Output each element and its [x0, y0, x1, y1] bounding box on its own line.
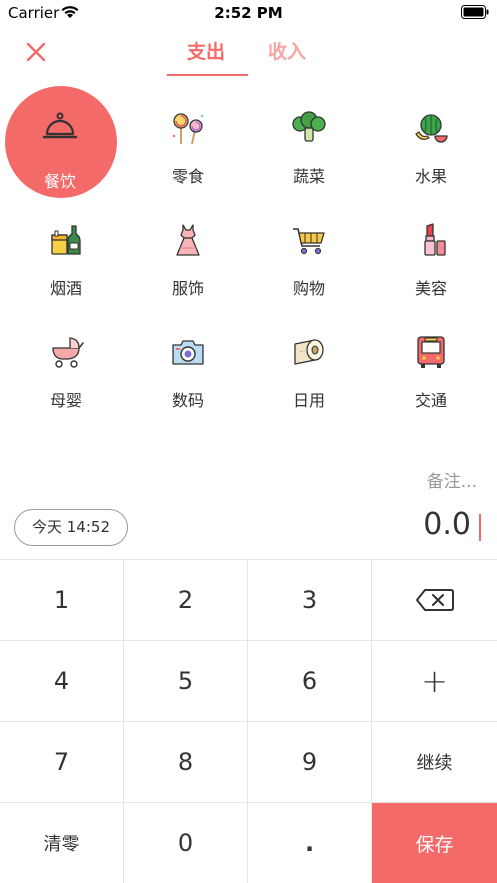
- category-digital[interactable]: 数码: [128, 310, 248, 422]
- category-label: 蔬菜: [292, 167, 325, 186]
- key-decimal[interactable]: .: [248, 803, 372, 883]
- key-backspace[interactable]: [372, 560, 497, 641]
- note-input[interactable]: 备注...: [427, 467, 477, 492]
- category-label: 购物: [292, 279, 325, 298]
- battery-icon: [461, 5, 489, 19]
- dress-icon: [176, 224, 200, 256]
- lollipop-icon: [172, 113, 204, 145]
- broccoli-icon: [292, 111, 326, 142]
- category-label: 餐饮: [43, 172, 76, 191]
- key-0[interactable]: 0: [124, 803, 248, 883]
- category-label: 数码: [171, 391, 204, 410]
- category-label: 水果: [414, 167, 447, 186]
- key-6[interactable]: 6: [248, 641, 372, 722]
- keypad: 1 2 3 4 5 6 + 7 8 9 继续 清零 0 . 保存: [0, 559, 497, 883]
- tab-expense[interactable]: 支出: [187, 37, 225, 64]
- category-beauty[interactable]: 美容: [371, 198, 491, 310]
- shopping-cart-icon: [293, 228, 325, 255]
- category-tobacco-alcohol[interactable]: 烟酒: [6, 198, 126, 310]
- category-label: 美容: [414, 279, 447, 298]
- clear-button[interactable]: 清零: [0, 803, 124, 883]
- fruit-icon: [415, 114, 448, 143]
- date-picker-button[interactable]: 今天 14:52: [14, 509, 128, 546]
- amount-caret: [479, 514, 481, 541]
- category-label: 母婴: [49, 391, 82, 410]
- category-label: 服饰: [171, 279, 204, 298]
- category-grid: 餐饮 零食 蔬菜 水果 烟酒 服饰 购物 美容 母婴 数码 日用 交通: [0, 86, 497, 422]
- key-plus[interactable]: +: [372, 641, 497, 722]
- category-label: 交通: [414, 391, 447, 410]
- cloche-icon: [42, 112, 78, 139]
- key-3[interactable]: 3: [248, 560, 372, 641]
- key-2[interactable]: 2: [124, 560, 248, 641]
- category-shopping[interactable]: 购物: [249, 198, 369, 310]
- category-daily-use[interactable]: 日用: [249, 310, 369, 422]
- category-vegetables[interactable]: 蔬菜: [249, 86, 369, 198]
- category-label: 烟酒: [49, 279, 82, 298]
- category-transport[interactable]: 交通: [371, 310, 491, 422]
- key-9[interactable]: 9: [248, 722, 372, 803]
- close-icon[interactable]: [22, 38, 50, 66]
- key-5[interactable]: 5: [124, 641, 248, 722]
- tab-underline: [167, 74, 248, 76]
- category-dining[interactable]: 餐饮: [0, 86, 120, 198]
- bus-icon: [417, 336, 445, 368]
- tab-income[interactable]: 收入: [268, 37, 306, 64]
- amount-display: 0.0: [423, 507, 471, 542]
- category-label: 日用: [292, 391, 325, 410]
- key-1[interactable]: 1: [0, 560, 124, 641]
- key-8[interactable]: 8: [124, 722, 248, 803]
- continue-button[interactable]: 继续: [372, 722, 497, 803]
- tissue-roll-icon: [294, 339, 324, 365]
- key-4[interactable]: 4: [0, 641, 124, 722]
- backspace-icon: [415, 589, 454, 611]
- category-clothing[interactable]: 服饰: [128, 198, 248, 310]
- status-bar: Carrier 2:52 PM: [0, 0, 497, 26]
- lipstick-icon: [424, 223, 446, 256]
- nav-bar: 支出 收入: [0, 26, 497, 78]
- stroller-icon: [52, 337, 84, 368]
- cigarette-wine-icon: [51, 225, 81, 255]
- camera-icon: [172, 340, 204, 365]
- key-7[interactable]: 7: [0, 722, 124, 803]
- category-snacks[interactable]: 零食: [128, 86, 248, 198]
- category-label: 零食: [171, 167, 204, 186]
- save-button[interactable]: 保存: [372, 803, 497, 883]
- category-mother-baby[interactable]: 母婴: [6, 310, 126, 422]
- category-fruit[interactable]: 水果: [371, 86, 491, 198]
- clock-time: 2:52 PM: [214, 4, 283, 22]
